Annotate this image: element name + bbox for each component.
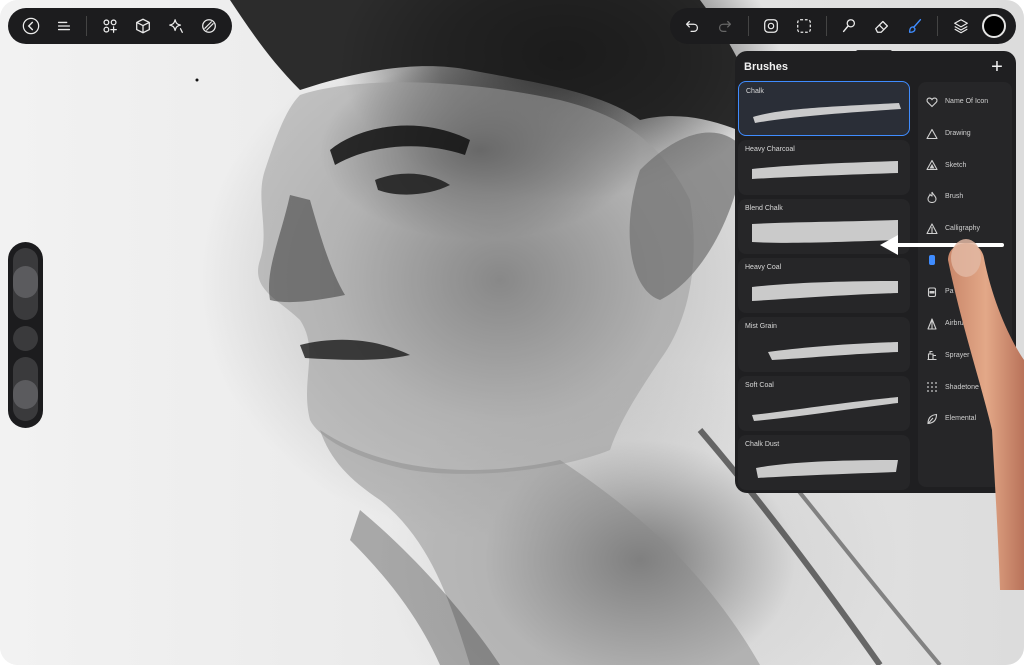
brush-category-item[interactable]: Name Of Icon (918, 86, 1012, 118)
brush-list: Chalk Heavy Charcoal Blend Chalk Heavy Coal… (738, 81, 913, 493)
brush-stroke-preview (756, 460, 898, 478)
color-picker-button[interactable] (979, 11, 1008, 41)
redo-icon[interactable] (711, 11, 740, 41)
brush-category-label: Drawing (945, 130, 971, 138)
brush-icon[interactable] (901, 11, 930, 41)
toolbar-divider (937, 16, 939, 36)
brush-stroke-preview (752, 161, 898, 179)
top-toolbar-right (670, 8, 1016, 44)
brush-name: Chalk Dust (745, 441, 780, 448)
brush-category-label: Sketch (945, 161, 967, 169)
toolbar-divider (826, 16, 828, 36)
brush-category-item[interactable]: Brush (918, 181, 1012, 213)
back-icon[interactable] (16, 11, 45, 41)
smudge-face-icon[interactable] (757, 11, 786, 41)
undo-icon[interactable] (678, 11, 707, 41)
brush-category-item[interactable]: Sketch (918, 149, 1012, 181)
toolbar-divider (86, 16, 88, 36)
toolbar-divider (747, 16, 749, 36)
selection-overlap-icon[interactable] (195, 11, 224, 41)
transform-3d-icon[interactable] (128, 11, 157, 41)
brush-item[interactable]: Soft Coal (738, 376, 910, 431)
panel-title: Brushes (744, 61, 789, 73)
brush-name: Mist Grain (745, 323, 777, 330)
brush-size-slider[interactable] (13, 248, 38, 320)
smudge-icon[interactable] (835, 11, 864, 41)
brush-item[interactable]: Chalk Dust (738, 435, 910, 490)
current-color-swatch (981, 14, 1006, 38)
gallery-add-icon[interactable] (95, 11, 124, 41)
brush-item[interactable]: Mist Grain (738, 317, 910, 372)
left-sidebar (8, 242, 43, 428)
menu-icon[interactable] (49, 11, 78, 41)
heart-icon (926, 96, 938, 108)
brush-category-item[interactable]: Drawing (918, 118, 1012, 150)
selection-dashed-icon[interactable] (789, 11, 818, 41)
triangle-icon (926, 128, 938, 140)
brush-stroke-preview (752, 397, 898, 421)
brush-name: Heavy Coal (745, 264, 782, 271)
flame-icon (926, 191, 938, 203)
device-frame: Brushes + Chalk Heavy Charcoal Blend Chalk… (0, 0, 1024, 665)
brush-name: Blend Chalk (745, 205, 783, 212)
brush-opacity-thumb[interactable] (13, 380, 38, 409)
brush-name: Chalk (746, 88, 764, 95)
brush-category-label: Name Of Icon (945, 98, 989, 106)
brush-item[interactable]: Chalk (738, 81, 910, 136)
finger-gesture-icon (948, 239, 1024, 590)
brush-stroke-preview (753, 103, 901, 123)
add-brush-button[interactable]: + (988, 57, 1006, 77)
brush-name: Heavy Charcoal (745, 146, 795, 153)
brush-stroke-preview (768, 342, 898, 360)
brush-category-label: Brush (945, 193, 964, 201)
brush-name: Soft Coal (745, 382, 774, 389)
brush-size-thumb[interactable] (13, 266, 38, 298)
brush-opacity-slider[interactable] (13, 357, 38, 421)
brush-stroke-preview (752, 281, 898, 301)
eraser-icon[interactable] (868, 11, 897, 41)
triangle-filled-icon (926, 159, 938, 171)
layers-icon[interactable] (946, 11, 975, 41)
brush-item[interactable]: Heavy Charcoal (738, 140, 910, 195)
brush-item[interactable]: Heavy Coal (738, 258, 910, 313)
top-toolbar-left (8, 8, 232, 44)
modify-button[interactable] (13, 326, 38, 351)
adjustments-sparkle-icon[interactable] (162, 11, 191, 41)
